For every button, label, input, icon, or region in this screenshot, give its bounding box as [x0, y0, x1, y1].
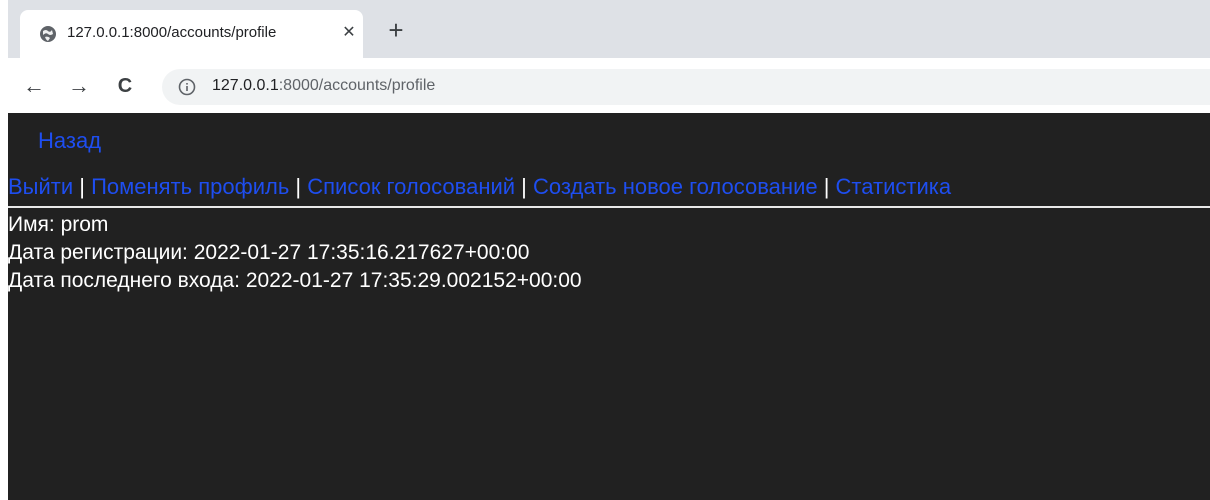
profile-info: Имя: prom Дата регистрации: 2022-01-27 1…: [8, 211, 582, 295]
logout-link[interactable]: Выйти: [8, 174, 73, 199]
url-text: 127.0.0.1:8000/accounts/profile: [212, 77, 435, 95]
last-login-label: Дата последнего входа:: [8, 269, 246, 292]
menu-separator: |: [289, 174, 308, 199]
reload-icon[interactable]: C: [111, 72, 139, 100]
last-login-row: Дата последнего входа: 2022-01-27 17:35:…: [8, 267, 582, 295]
info-icon[interactable]: [178, 78, 196, 96]
registration-date-row: Дата регистрации: 2022-01-27 17:35:16.21…: [8, 239, 582, 267]
nav-menu: Выйти | Поменять профиль | Список голосо…: [8, 174, 1210, 200]
new-tab-button[interactable]: +: [383, 17, 409, 44]
browser-tab[interactable]: 127.0.0.1:8000/accounts/profile ✕: [20, 10, 363, 60]
last-login-value: 2022-01-27 17:35:29.002152+00:00: [245, 269, 582, 292]
profile-name-label: Имя:: [8, 213, 61, 236]
back-link[interactable]: Назад: [38, 128, 101, 154]
globe-icon: [39, 25, 57, 43]
menu-separator: |: [817, 174, 836, 199]
registration-date-label: Дата регистрации:: [8, 241, 194, 264]
page-content: Назад Выйти | Поменять профиль | Список …: [8, 113, 1210, 500]
menu-separator: |: [73, 174, 92, 199]
profile-name-value: prom: [60, 213, 109, 236]
edit-profile-link[interactable]: Поменять профиль: [91, 174, 289, 199]
url-path: :8000/accounts/profile: [278, 77, 436, 94]
tab-strip: 127.0.0.1:8000/accounts/profile ✕ +: [8, 0, 1210, 60]
votings-list-link[interactable]: Список голосований: [307, 174, 515, 199]
divider: [8, 206, 1210, 208]
registration-date-value: 2022-01-27 17:35:16.217627+00:00: [193, 241, 530, 264]
browser-window: 127.0.0.1:8000/accounts/profile ✕ + ← → …: [8, 0, 1210, 500]
create-voting-link[interactable]: Создать новое голосование: [533, 174, 818, 199]
url-host: 127.0.0.1: [212, 77, 279, 94]
address-bar[interactable]: 127.0.0.1:8000/accounts/profile: [162, 69, 1210, 105]
profile-name-row: Имя: prom: [8, 211, 582, 239]
statistics-link[interactable]: Статистика: [836, 174, 952, 199]
close-tab-icon[interactable]: ✕: [338, 22, 360, 44]
menu-separator: |: [515, 174, 534, 199]
forward-arrow-icon[interactable]: →: [65, 72, 93, 100]
browser-toolbar: ← → C 127.0.0.1:8000/accounts/profile: [8, 58, 1210, 113]
tab-title: 127.0.0.1:8000/accounts/profile: [67, 24, 277, 41]
back-arrow-icon[interactable]: ←: [20, 72, 48, 100]
